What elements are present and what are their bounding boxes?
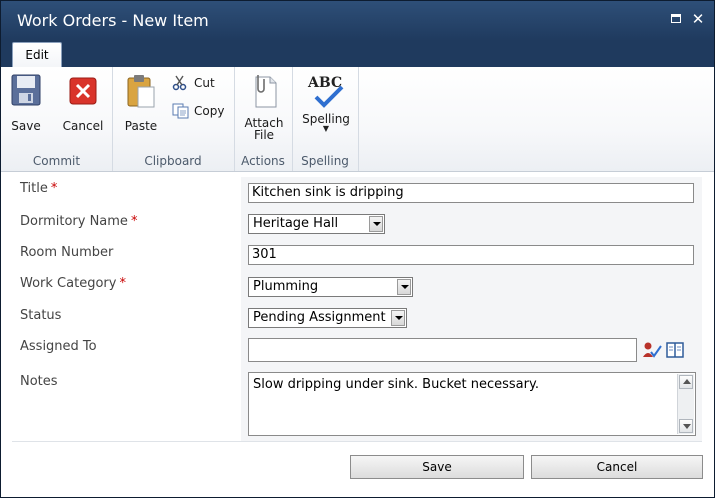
maximize-button[interactable]: [669, 12, 683, 26]
ribbon-copy-button[interactable]: Copy: [172, 103, 232, 119]
dormitory-select-value: Heritage Hall: [253, 216, 339, 231]
dormitory-select[interactable]: Heritage Hall: [248, 214, 385, 234]
category-label-cell: Work Category *: [12, 271, 241, 303]
spelling-group-label: Spelling: [301, 154, 349, 168]
dormitory-label-text: Dormitory Name: [20, 214, 128, 229]
status-select-value: Pending Assignment: [253, 310, 386, 325]
dormitory-value-cell: Heritage Hall: [241, 209, 702, 240]
dropdown-arrow-icon[interactable]: [369, 216, 383, 232]
notes-label-cell: Notes: [12, 368, 241, 441]
room-value-cell: 301: [241, 240, 702, 271]
title-bar: Work Orders - New Item ✕: [1, 1, 714, 41]
close-button[interactable]: ✕: [691, 10, 705, 28]
form-row-status: Status Pending Assignment: [12, 303, 702, 335]
form-row-title: Title * Kitchen sink is dripping: [12, 177, 702, 210]
title-value-cell: Kitchen sink is dripping: [241, 177, 702, 209]
room-label-cell: Room Number: [12, 240, 241, 271]
room-label: Room Number: [20, 245, 114, 260]
ribbon: Save Cancel Commit Paste Cut Copy Clipbo…: [1, 67, 714, 172]
status-label: Status: [20, 308, 62, 323]
save-button[interactable]: Save: [350, 455, 524, 479]
status-value-cell: Pending Assignment: [241, 303, 702, 334]
clipboard-group-label: Clipboard: [144, 154, 202, 168]
cancel-icon: [69, 77, 97, 105]
title-label: Title *: [20, 181, 57, 196]
checkmark-icon: [314, 85, 344, 108]
notes-label: Notes: [20, 374, 58, 389]
scroll-up-icon[interactable]: [679, 375, 693, 389]
required-marker: *: [119, 276, 126, 291]
title-label-text: Title: [20, 181, 48, 196]
notes-text: Slow dripping under sink. Bucket necessa…: [253, 377, 539, 392]
category-select-value: Plumming: [253, 279, 319, 294]
assigned-label-cell: Assigned To: [12, 334, 241, 368]
dialog-title: Work Orders - New Item: [17, 11, 209, 30]
scroll-down-icon[interactable]: [679, 419, 693, 433]
paste-label: Paste: [124, 119, 158, 133]
cancel-label: Cancel: [62, 119, 104, 133]
category-value-cell: Plumming: [241, 271, 702, 303]
dormitory-label: Dormitory Name *: [20, 214, 137, 229]
attach-file-icon: [255, 75, 277, 108]
ribbon-cut-button[interactable]: Cut: [172, 75, 232, 91]
spelling-icon: ABC: [300, 73, 352, 109]
form-row-dormitory: Dormitory Name * Heritage Hall: [12, 209, 702, 241]
save-icon: [11, 74, 41, 106]
ribbon-group-commit: Save Cancel Commit: [1, 67, 113, 171]
form-row-notes: Notes Slow dripping under sink. Bucket n…: [12, 368, 702, 442]
form-row-assigned: Assigned To: [12, 334, 702, 369]
paste-icon: [127, 75, 155, 108]
cut-label: Cut: [194, 76, 215, 90]
ribbon-cancel-button[interactable]: Cancel: [59, 73, 107, 132]
form-row-category: Work Category * Plumming: [12, 271, 702, 304]
dropdown-arrow-icon[interactable]: [391, 310, 405, 326]
required-marker: *: [50, 181, 58, 196]
attach-label-line2: File: [253, 128, 275, 142]
ribbon-group-clipboard: Paste Cut Copy Clipboard: [112, 67, 235, 171]
ribbon-group-actions: Attach File Actions: [234, 67, 293, 171]
required-marker: *: [130, 214, 138, 229]
title-input[interactable]: Kitchen sink is dripping: [248, 183, 694, 203]
copy-icon: [172, 103, 189, 119]
new-item-dialog: Work Orders - New Item ✕ Edit Save Cance…: [0, 0, 715, 498]
address-book-icon[interactable]: [665, 341, 685, 359]
copy-label: Copy: [194, 104, 225, 118]
assigned-value-cell: [241, 334, 702, 368]
work-category-select[interactable]: Plumming: [248, 277, 413, 297]
scissors-icon: [172, 75, 187, 91]
spelling-dropdown-arrow-icon: ▼: [322, 124, 330, 133]
cancel-button[interactable]: Cancel: [531, 455, 703, 479]
notes-value-cell: Slow dripping under sink. Bucket necessa…: [241, 368, 702, 441]
title-label-cell: Title *: [12, 177, 241, 209]
ribbon-attach-file-button[interactable]: Attach File: [242, 73, 286, 141]
category-label: Work Category *: [20, 276, 126, 291]
maximize-icon: [671, 14, 681, 23]
status-label-cell: Status: [12, 303, 241, 334]
assigned-to-input[interactable]: [248, 338, 637, 362]
ribbon-spelling-button[interactable]: ABC Spelling ▼: [300, 73, 352, 133]
notes-scrollbar[interactable]: [677, 374, 694, 434]
dormitory-label-cell: Dormitory Name *: [12, 209, 241, 240]
check-names-icon[interactable]: [642, 341, 662, 359]
ribbon-group-spelling: ABC Spelling ▼ Spelling: [292, 67, 359, 171]
commit-group-label: Commit: [32, 154, 81, 168]
ribbon-paste-button[interactable]: Paste: [120, 73, 162, 132]
dropdown-arrow-icon[interactable]: [397, 279, 411, 295]
notes-textarea[interactable]: Slow dripping under sink. Bucket necessa…: [248, 372, 696, 436]
close-icon: ✕: [691, 10, 705, 28]
ribbon-save-button[interactable]: Save: [7, 73, 45, 132]
tab-edit[interactable]: Edit: [12, 42, 62, 68]
assigned-label: Assigned To: [20, 339, 97, 354]
save-label: Save: [11, 119, 41, 133]
room-number-input[interactable]: 301: [248, 245, 694, 265]
form-row-room: Room Number 301: [12, 240, 702, 272]
actions-group-label: Actions: [241, 154, 285, 168]
ribbon-tab-bar: Edit: [1, 41, 714, 68]
category-label-text: Work Category: [20, 276, 117, 291]
status-select[interactable]: Pending Assignment: [248, 308, 407, 328]
